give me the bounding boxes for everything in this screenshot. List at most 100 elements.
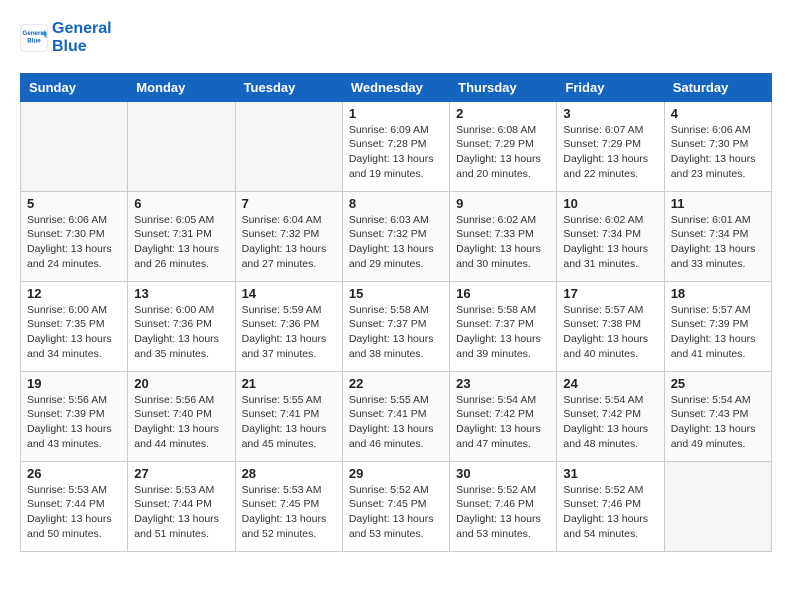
calendar-week-3: 12Sunrise: 6:00 AM Sunset: 7:35 PM Dayli… [21, 281, 772, 371]
day-detail: Sunrise: 5:52 AM Sunset: 7:46 PM Dayligh… [563, 483, 657, 542]
day-number: 1 [349, 106, 443, 121]
calendar-cell: 19 Sunrise: 5:56 AM Sunset: 7:39 PM Dayli… [21, 371, 128, 461]
day-number: 2 [456, 106, 550, 121]
day-detail: Sunrise: 5:58 AM Sunset: 7:37 PM Dayligh… [349, 303, 443, 362]
calendar-cell [235, 101, 342, 191]
day-number: 13 [134, 286, 228, 301]
day-number: 29 [349, 466, 443, 481]
day-detail: Sunrise: 6:09 AM Sunset: 7:28 PM Dayligh… [349, 123, 443, 182]
calendar-cell: 21Sunrise: 5:55 AM Sunset: 7:41 PM Dayli… [235, 371, 342, 461]
calendar-cell: 28 Sunrise: 5:53 AM Sunset: 7:45 PM Dayli… [235, 461, 342, 551]
day-number: 23 [456, 376, 550, 391]
calendar-table: SundayMondayTuesdayWednesdayThursdayFrid… [20, 73, 772, 552]
calendar-cell [21, 101, 128, 191]
day-detail: Sunrise: 5:54 AM Sunset: 7:42 PM Dayligh… [456, 393, 550, 452]
day-detail: Sunrise: 5:58 AM Sunset: 7:37 PM Dayligh… [456, 303, 550, 362]
calendar-cell: 5 Sunrise: 6:06 AM Sunset: 7:30 PM Daylig… [21, 191, 128, 281]
day-detail: Sunrise: 6:02 AM Sunset: 7:34 PM Dayligh… [563, 213, 657, 272]
day-detail: Sunrise: 5:59 AM Sunset: 7:36 PM Dayligh… [242, 303, 336, 362]
day-number: 9 [456, 196, 550, 211]
day-detail: Sunrise: 5:53 AM Sunset: 7:44 PM Dayligh… [134, 483, 228, 542]
day-detail: Sunrise: 6:01 AM Sunset: 7:34 PM Dayligh… [671, 213, 765, 272]
calendar-cell: 9 Sunrise: 6:02 AM Sunset: 7:33 PM Daylig… [450, 191, 557, 281]
day-number: 3 [563, 106, 657, 121]
day-number: 6 [134, 196, 228, 211]
weekday-header-wednesday: Wednesday [342, 73, 449, 101]
calendar-cell: 25Sunrise: 5:54 AM Sunset: 7:43 PM Dayli… [664, 371, 771, 461]
day-number: 17 [563, 286, 657, 301]
calendar-cell: 11 Sunrise: 6:01 AM Sunset: 7:34 PM Dayli… [664, 191, 771, 281]
day-detail: Sunrise: 5:52 AM Sunset: 7:46 PM Dayligh… [456, 483, 550, 542]
calendar-cell: 22 Sunrise: 5:55 AM Sunset: 7:41 PM Dayli… [342, 371, 449, 461]
day-detail: Sunrise: 5:56 AM Sunset: 7:39 PM Dayligh… [27, 393, 121, 452]
day-number: 31 [563, 466, 657, 481]
calendar-cell [128, 101, 235, 191]
calendar-cell: 27 Sunrise: 5:53 AM Sunset: 7:44 PM Dayli… [128, 461, 235, 551]
day-number: 15 [349, 286, 443, 301]
day-number: 18 [671, 286, 765, 301]
day-detail: Sunrise: 5:55 AM Sunset: 7:41 PM Dayligh… [349, 393, 443, 452]
calendar-cell: 29Sunrise: 5:52 AM Sunset: 7:45 PM Dayli… [342, 461, 449, 551]
weekday-header-tuesday: Tuesday [235, 73, 342, 101]
day-number: 22 [349, 376, 443, 391]
day-detail: Sunrise: 6:08 AM Sunset: 7:29 PM Dayligh… [456, 123, 550, 182]
calendar-week-4: 19 Sunrise: 5:56 AM Sunset: 7:39 PM Dayli… [21, 371, 772, 461]
weekday-header-sunday: Sunday [21, 73, 128, 101]
calendar-cell: 3 Sunrise: 6:07 AM Sunset: 7:29 PM Daylig… [557, 101, 664, 191]
logo: General Blue General Blue [20, 20, 112, 57]
day-number: 16 [456, 286, 550, 301]
day-detail: Sunrise: 5:57 AM Sunset: 7:39 PM Dayligh… [671, 303, 765, 362]
day-number: 30 [456, 466, 550, 481]
calendar-cell: 20Sunrise: 5:56 AM Sunset: 7:40 PM Dayli… [128, 371, 235, 461]
calendar-week-1: 1 Sunrise: 6:09 AM Sunset: 7:28 PM Daylig… [21, 101, 772, 191]
day-detail: Sunrise: 6:00 AM Sunset: 7:35 PM Dayligh… [27, 303, 121, 362]
day-number: 27 [134, 466, 228, 481]
calendar-cell: 18 Sunrise: 5:57 AM Sunset: 7:39 PM Dayli… [664, 281, 771, 371]
logo-icon: General Blue [20, 24, 48, 52]
logo-blue: Blue [52, 38, 112, 56]
weekday-header-monday: Monday [128, 73, 235, 101]
logo-general: General [52, 20, 112, 38]
calendar-cell: 8Sunrise: 6:03 AM Sunset: 7:32 PM Daylig… [342, 191, 449, 281]
day-detail: Sunrise: 6:03 AM Sunset: 7:32 PM Dayligh… [349, 213, 443, 272]
day-detail: Sunrise: 6:04 AM Sunset: 7:32 PM Dayligh… [242, 213, 336, 272]
calendar-week-2: 5 Sunrise: 6:06 AM Sunset: 7:30 PM Daylig… [21, 191, 772, 281]
svg-text:Blue: Blue [27, 38, 41, 45]
day-detail: Sunrise: 6:02 AM Sunset: 7:33 PM Dayligh… [456, 213, 550, 272]
day-detail: Sunrise: 6:00 AM Sunset: 7:36 PM Dayligh… [134, 303, 228, 362]
page-header: General Blue General Blue [20, 20, 772, 57]
day-number: 25 [671, 376, 765, 391]
day-number: 5 [27, 196, 121, 211]
day-number: 24 [563, 376, 657, 391]
calendar-cell: 30 Sunrise: 5:52 AM Sunset: 7:46 PM Dayli… [450, 461, 557, 551]
calendar-cell: 13 Sunrise: 6:00 AM Sunset: 7:36 PM Dayli… [128, 281, 235, 371]
day-number: 7 [242, 196, 336, 211]
day-number: 11 [671, 196, 765, 211]
day-detail: Sunrise: 5:56 AM Sunset: 7:40 PM Dayligh… [134, 393, 228, 452]
calendar-cell: 14 Sunrise: 5:59 AM Sunset: 7:36 PM Dayli… [235, 281, 342, 371]
day-detail: Sunrise: 5:53 AM Sunset: 7:45 PM Dayligh… [242, 483, 336, 542]
calendar-cell: 24 Sunrise: 5:54 AM Sunset: 7:42 PM Dayli… [557, 371, 664, 461]
day-detail: Sunrise: 5:57 AM Sunset: 7:38 PM Dayligh… [563, 303, 657, 362]
calendar-cell [664, 461, 771, 551]
day-number: 21 [242, 376, 336, 391]
calendar-cell: 26Sunrise: 5:53 AM Sunset: 7:44 PM Dayli… [21, 461, 128, 551]
day-number: 14 [242, 286, 336, 301]
day-detail: Sunrise: 5:54 AM Sunset: 7:42 PM Dayligh… [563, 393, 657, 452]
calendar-cell: 1 Sunrise: 6:09 AM Sunset: 7:28 PM Daylig… [342, 101, 449, 191]
day-detail: Sunrise: 6:05 AM Sunset: 7:31 PM Dayligh… [134, 213, 228, 272]
weekday-header-friday: Friday [557, 73, 664, 101]
day-number: 28 [242, 466, 336, 481]
calendar-cell: 15 Sunrise: 5:58 AM Sunset: 7:37 PM Dayli… [342, 281, 449, 371]
weekday-header-thursday: Thursday [450, 73, 557, 101]
calendar-week-5: 26 Sunrise: 5:53 AM Sunset: 7:44 PM Dayli… [21, 461, 772, 551]
calendar-cell: 4Sunrise: 6:06 AM Sunset: 7:30 PM Daylig… [664, 101, 771, 191]
day-detail: Sunrise: 6:07 AM Sunset: 7:29 PM Dayligh… [563, 123, 657, 182]
day-number: 19 [27, 376, 121, 391]
calendar-cell: 12Sunrise: 6:00 AM Sunset: 7:35 PM Dayli… [21, 281, 128, 371]
calendar-cell: 6 Sunrise: 6:05 AM Sunset: 7:31 PM Daylig… [128, 191, 235, 281]
day-number: 26 [27, 466, 121, 481]
calendar-cell: 7 Sunrise: 6:04 AM Sunset: 7:32 PM Daylig… [235, 191, 342, 281]
day-detail: Sunrise: 6:06 AM Sunset: 7:30 PM Dayligh… [27, 213, 121, 272]
calendar-cell: 31 Sunrise: 5:52 AM Sunset: 7:46 PM Dayli… [557, 461, 664, 551]
